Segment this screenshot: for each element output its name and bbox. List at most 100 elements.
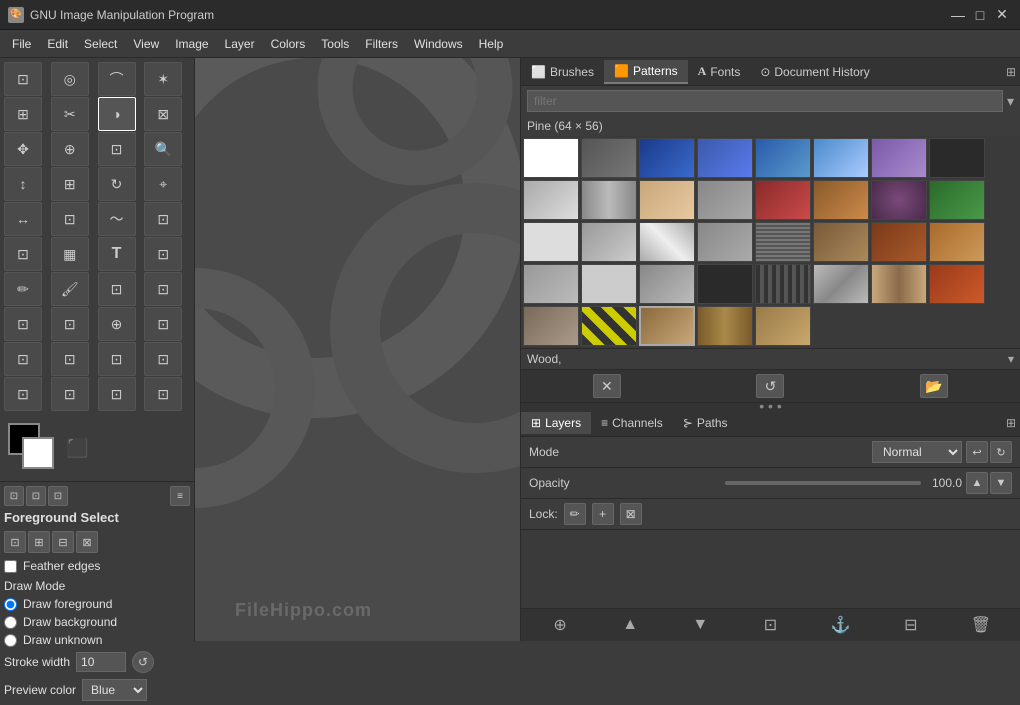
tool-align[interactable]: ⊕ [51, 132, 89, 166]
tool-move[interactable]: ✥ [4, 132, 42, 166]
pattern-cell[interactable] [523, 222, 579, 262]
mode-undo-button[interactable]: ↩ [966, 441, 988, 463]
canvas-area[interactable]: FileHippo.com [195, 58, 520, 641]
pattern-cell[interactable] [929, 180, 985, 220]
lock-position-button[interactable]: + [592, 503, 614, 525]
pattern-cell[interactable] [639, 264, 695, 304]
stroke-reset-button[interactable]: ↺ [132, 651, 154, 673]
tool-text[interactable]: T [98, 237, 136, 271]
pattern-cell[interactable] [813, 180, 869, 220]
opacity-down-button[interactable]: ▼ [990, 472, 1012, 494]
tab-patterns[interactable]: 🟧 Patterns [604, 60, 688, 84]
opacity-slider[interactable] [725, 481, 921, 485]
lock-all-button[interactable]: ⊠ [620, 503, 642, 525]
tool-options-submenu1[interactable]: ⊡ [4, 486, 24, 506]
tool-perspective[interactable]: ⌖ [144, 167, 182, 201]
filter-input[interactable] [527, 90, 1003, 112]
pattern-cell[interactable] [581, 180, 637, 220]
tab-channels[interactable]: ≡ Channels [591, 412, 673, 434]
feather-edges-checkbox[interactable] [4, 560, 17, 573]
pattern-cell[interactable] [755, 138, 811, 178]
tool-fuzzy-select[interactable]: ✶ [144, 62, 182, 96]
pattern-cell[interactable] [813, 264, 869, 304]
menu-windows[interactable]: Windows [406, 33, 471, 55]
pattern-cell[interactable] [639, 180, 695, 220]
layer-lower-button[interactable]: ▼ [686, 613, 714, 637]
pattern-cell[interactable] [523, 306, 579, 346]
layer-flatten-button[interactable]: ⊟ [897, 613, 925, 637]
tool-ink[interactable]: ⊡ [4, 307, 42, 341]
tool-eraser[interactable]: ⊡ [98, 272, 136, 306]
pattern-cell[interactable] [697, 306, 753, 346]
menu-filters[interactable]: Filters [357, 33, 406, 55]
tool-flip[interactable]: ↔ [4, 202, 42, 236]
pattern-cell[interactable] [813, 138, 869, 178]
tab-doc-history[interactable]: ⊙ Document History [750, 61, 879, 83]
layer-raise-button[interactable]: ▲ [616, 613, 644, 637]
pattern-cell[interactable] [639, 222, 695, 262]
tool-paintbrush[interactable]: 🖌 [51, 272, 89, 306]
panel-maximize-icon[interactable]: ⊞ [1006, 65, 1016, 79]
tool-rect-select[interactable]: ⊡ [4, 62, 42, 96]
mode-add[interactable]: ⊞ [28, 531, 50, 553]
menu-image[interactable]: Image [167, 33, 216, 55]
layer-anchor-button[interactable]: ⚓ [827, 613, 855, 637]
preview-color-select[interactable]: Blue Red Green Yellow [82, 679, 147, 701]
filter-arrow-icon[interactable]: ▾ [1007, 93, 1014, 110]
layers-panel-maximize[interactable]: ⊞ [1006, 416, 1016, 430]
pattern-cell[interactable] [581, 138, 637, 178]
tool-extra[interactable]: ⊡ [144, 377, 182, 411]
draw-foreground-radio[interactable] [4, 598, 17, 611]
pattern-cell[interactable] [871, 222, 927, 262]
draw-background-radio[interactable] [4, 616, 17, 629]
mode-intersect[interactable]: ⊠ [76, 531, 98, 553]
tool-desaturate[interactable]: ⊡ [51, 342, 89, 376]
tab-layers[interactable]: ⊞ Layers [521, 412, 591, 434]
pattern-cell[interactable] [755, 264, 811, 304]
tool-clone[interactable]: ⊡ [144, 307, 182, 341]
mode-subtract[interactable]: ⊟ [52, 531, 74, 553]
pattern-cell[interactable] [755, 306, 811, 346]
pattern-cell[interactable] [871, 138, 927, 178]
pattern-cell[interactable] [581, 264, 637, 304]
tool-foreground-select[interactable]: ◑ [98, 97, 136, 131]
pattern-cell-selected[interactable] [639, 306, 695, 346]
menu-layer[interactable]: Layer [217, 33, 263, 55]
layer-duplicate-button[interactable]: ⊡ [756, 613, 784, 637]
pattern-cell[interactable] [755, 222, 811, 262]
tool-cage[interactable]: ⊡ [51, 202, 89, 236]
tool-scale[interactable]: ⊞ [51, 167, 89, 201]
pattern-cell[interactable] [697, 138, 753, 178]
color-box[interactable] [8, 423, 58, 473]
tool-heal[interactable]: ⊕ [98, 307, 136, 341]
pattern-cell[interactable] [523, 264, 579, 304]
pattern-delete-button[interactable]: ✕ [593, 374, 621, 398]
tool-crop[interactable]: ⊡ [98, 132, 136, 166]
tool-pencil[interactable]: ✏ [4, 272, 42, 306]
tool-pointer[interactable]: ⊡ [98, 377, 136, 411]
menu-colors[interactable]: Colors [263, 33, 314, 55]
pattern-cell[interactable] [523, 180, 579, 220]
tool-measure[interactable]: ⊡ [51, 377, 89, 411]
pattern-cell[interactable] [697, 222, 753, 262]
pattern-cell[interactable] [581, 222, 637, 262]
tool-options-submenu3[interactable]: ⊡ [48, 486, 68, 506]
pattern-cell[interactable] [929, 138, 985, 178]
pattern-cell[interactable] [813, 222, 869, 262]
menu-view[interactable]: View [125, 33, 167, 55]
pattern-cell[interactable] [523, 138, 579, 178]
pattern-cell[interactable] [581, 306, 637, 346]
pattern-refresh-button[interactable]: ↺ [756, 374, 784, 398]
tab-fonts[interactable]: A Fonts [688, 60, 751, 83]
mode-select[interactable]: Normal Multiply Screen [872, 441, 962, 463]
maximize-button[interactable]: □ [970, 5, 990, 25]
pattern-cell[interactable] [871, 264, 927, 304]
tool-dodge-burn[interactable]: ⊡ [4, 342, 42, 376]
tool-color-picker[interactable]: ⊡ [4, 377, 42, 411]
menu-edit[interactable]: Edit [39, 33, 76, 55]
pattern-cell[interactable] [697, 180, 753, 220]
tool-options-submenu2[interactable]: ⊡ [26, 486, 46, 506]
background-color[interactable] [22, 437, 54, 469]
layer-new-button[interactable]: ⊕ [546, 613, 574, 637]
pattern-cell[interactable] [929, 264, 985, 304]
